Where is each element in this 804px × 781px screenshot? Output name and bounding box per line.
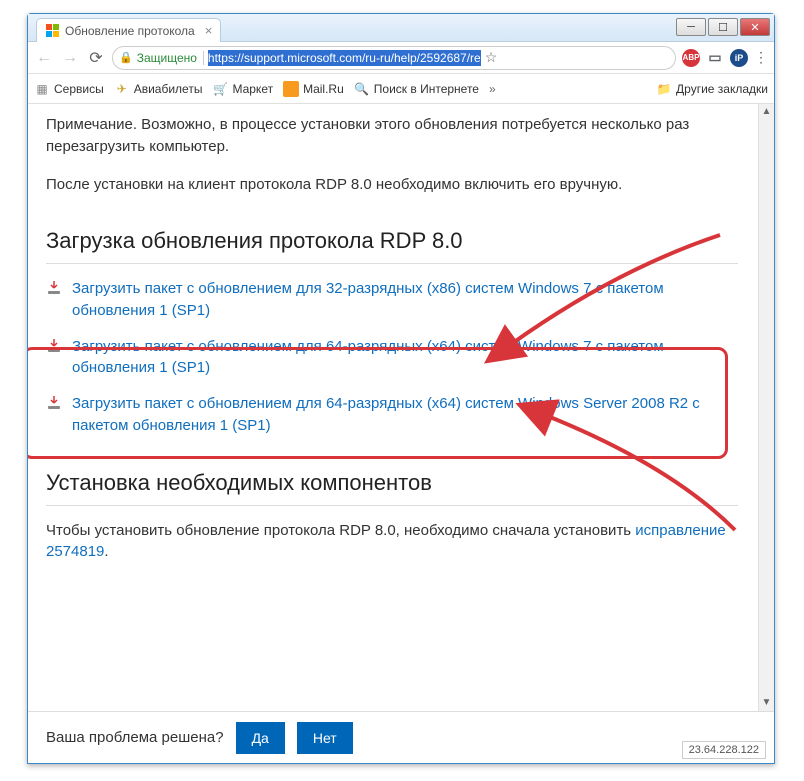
ip-badge: 23.64.228.122	[682, 741, 766, 759]
scroll-up-icon[interactable]: ▲	[759, 104, 774, 120]
mail-icon	[283, 81, 299, 97]
close-button[interactable]: ✕	[740, 18, 770, 36]
window-controls: ─ ☐ ✕	[676, 18, 770, 36]
plane-icon: ✈	[114, 81, 130, 97]
download-link-text: Загрузить пакет с обновлением для 64-раз…	[72, 336, 738, 380]
folder-icon: 📁	[656, 81, 672, 97]
install-text: Чтобы установить обновление протокола RD…	[46, 520, 738, 564]
browser-window: Обновление протокола × ─ ☐ ✕ ← → ⟳ 🔒 Защ…	[27, 13, 775, 764]
scrollbar[interactable]: ▲ ▼	[758, 104, 774, 711]
download-icon	[46, 336, 62, 361]
download-link-x64[interactable]: Загрузить пакет с обновлением для 64-раз…	[46, 336, 738, 380]
address-bar[interactable]: 🔒 Защищено https://support.microsoft.com…	[112, 46, 676, 70]
titlebar: Обновление протокола × ─ ☐ ✕	[28, 14, 774, 42]
install-text-suffix: .	[104, 543, 108, 560]
scroll-down-icon[interactable]: ▼	[759, 695, 774, 711]
divider	[46, 505, 738, 506]
bookmarks-overflow[interactable]: »	[489, 82, 496, 96]
adblock-extension-icon[interactable]: ABP	[682, 49, 700, 67]
bookmark-label: Маркет	[232, 82, 273, 96]
bookmark-flights[interactable]: ✈ Авиабилеты	[114, 81, 203, 97]
no-button[interactable]: Нет	[297, 722, 353, 754]
tab-title: Обновление протокола	[65, 24, 195, 38]
download-icon	[46, 393, 62, 418]
ip-extension-icon[interactable]: iP	[730, 49, 748, 67]
bookmark-services[interactable]: ▦ Сервисы	[34, 81, 104, 97]
navbar: ← → ⟳ 🔒 Защищено https://support.microso…	[28, 42, 774, 74]
bookmark-search[interactable]: 🔍 Поиск в Интернете	[354, 81, 479, 97]
bookmark-mail[interactable]: Mail.Ru	[283, 81, 344, 97]
secure-label: Защищено	[137, 51, 197, 65]
browser-tab[interactable]: Обновление протокола ×	[36, 18, 221, 42]
cart-icon: 🛒	[212, 81, 228, 97]
bookmark-label: Mail.Ru	[303, 82, 344, 96]
page-content: ▲ ▼ Примечание. Возможно, в процессе уст…	[28, 104, 774, 711]
url-text: https://support.microsoft.com/ru-ru/help…	[208, 50, 481, 66]
after-install-text: После установки на клиент протокола RDP …	[46, 174, 738, 196]
maximize-button[interactable]: ☐	[708, 18, 738, 36]
bookmark-star-icon[interactable]: ☆	[485, 49, 498, 66]
bookmarks-bar: ▦ Сервисы ✈ Авиабилеты 🛒 Маркет Mail.Ru …	[28, 74, 774, 104]
lock-icon: 🔒	[119, 51, 133, 64]
download-link-x86[interactable]: Загрузить пакет с обновлением для 32-раз…	[46, 278, 738, 322]
minimize-button[interactable]: ─	[676, 18, 706, 36]
back-icon[interactable]: ←	[34, 49, 54, 67]
menu-icon[interactable]: ⋮	[754, 49, 768, 66]
database-extension-icon[interactable]: ▭	[706, 49, 724, 67]
download-heading: Загрузка обновления протокола RDP 8.0	[46, 225, 738, 257]
divider	[203, 51, 204, 65]
bookmark-other[interactable]: 📁 Другие закладки	[656, 81, 768, 97]
download-link-text: Загрузить пакет с обновлением для 64-раз…	[72, 393, 738, 437]
search-icon: 🔍	[354, 81, 370, 97]
bookmark-label: Сервисы	[54, 82, 104, 96]
bookmark-label: Авиабилеты	[134, 82, 203, 96]
download-link-text: Загрузить пакет с обновлением для 32-раз…	[72, 278, 738, 322]
tab-close-icon[interactable]: ×	[205, 23, 213, 38]
download-link-server[interactable]: Загрузить пакет с обновлением для 64-раз…	[46, 393, 738, 437]
note-text: Примечание. Возможно, в процессе установ…	[46, 114, 738, 158]
download-icon	[46, 278, 62, 303]
reload-icon[interactable]: ⟳	[86, 48, 106, 68]
divider	[46, 263, 738, 264]
install-heading: Установка необходимых компонентов	[46, 467, 738, 499]
bookmark-label: Поиск в Интернете	[374, 82, 479, 96]
feedback-footer: Ваша проблема решена? Да Нет 23.64.228.1…	[28, 711, 774, 763]
forward-icon[interactable]: →	[60, 49, 80, 67]
bookmark-label: Другие закладки	[676, 82, 768, 96]
microsoft-logo-icon	[45, 24, 59, 38]
install-text-prefix: Чтобы установить обновление протокола RD…	[46, 522, 635, 539]
yes-button[interactable]: Да	[236, 722, 285, 754]
bookmark-market[interactable]: 🛒 Маркет	[212, 81, 273, 97]
apps-icon: ▦	[34, 81, 50, 97]
feedback-question: Ваша проблема решена?	[46, 729, 224, 746]
